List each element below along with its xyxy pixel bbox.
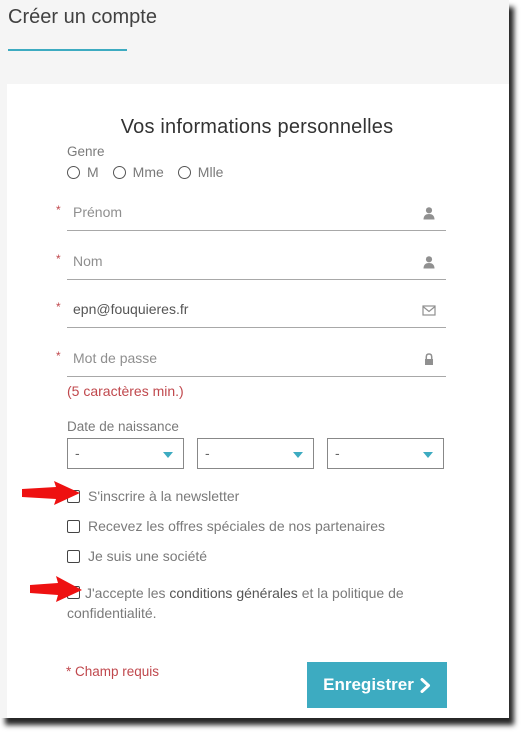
- required-note: * Champ requis: [66, 664, 160, 679]
- chevron-down-icon: [293, 452, 303, 458]
- birth-year-value: -: [335, 445, 340, 461]
- save-button-label: Enregistrer: [323, 675, 414, 694]
- prenom-field[interactable]: Prénom: [67, 200, 446, 231]
- user-icon: [423, 256, 435, 269]
- newsletter-label: S'inscrire à la newsletter: [88, 488, 240, 504]
- genre-radio-group: M Mme Mlle: [67, 162, 237, 182]
- partners-option[interactable]: Recevez les offres spéciales de nos part…: [67, 518, 385, 534]
- required-marker-prenom: *: [56, 203, 61, 217]
- annotation-arrow-terms: [30, 576, 82, 602]
- nom-placeholder: Nom: [73, 253, 103, 269]
- required-marker-nom: *: [56, 252, 61, 266]
- title-underline: [8, 49, 127, 51]
- prenom-placeholder: Prénom: [73, 204, 123, 220]
- birth-year-select[interactable]: -: [327, 438, 444, 469]
- terms-option: J'accepte les conditions générales et la…: [67, 583, 417, 623]
- nom-field[interactable]: Nom: [67, 249, 446, 280]
- company-label: Je suis une société: [88, 548, 208, 564]
- partners-label: Recevez les offres spéciales de nos part…: [88, 518, 386, 534]
- genre-option-m[interactable]: M: [67, 164, 99, 180]
- birth-month-select[interactable]: -: [197, 438, 314, 469]
- section-title: Vos informations personnelles: [120, 116, 394, 138]
- genre-option-mlle[interactable]: Mlle: [177, 164, 224, 180]
- terms-link[interactable]: conditions générales: [169, 585, 297, 601]
- email-value: epn@fouquieres.fr: [73, 301, 189, 317]
- annotation-arrow-newsletter: [22, 481, 80, 505]
- required-marker-email: *: [56, 300, 61, 314]
- genre-label: Genre: [67, 144, 105, 159]
- radio-mlle[interactable]: [177, 165, 191, 179]
- chevron-down-icon: [163, 452, 173, 458]
- window-frame: Créer un compte Vos informations personn…: [0, 0, 509, 718]
- email-field[interactable]: epn@fouquieres.fr: [67, 297, 446, 328]
- radio-m[interactable]: [67, 165, 80, 179]
- company-checkbox[interactable]: [67, 549, 80, 563]
- terms-prefix: J'accepte les: [85, 585, 170, 601]
- radio-mme-label: Mme: [132, 164, 164, 180]
- birth-day-select[interactable]: -: [67, 438, 184, 469]
- user-icon: [423, 207, 435, 220]
- company-option[interactable]: Je suis une société: [67, 548, 207, 564]
- password-hint: (5 caractères min.): [67, 383, 184, 399]
- radio-mme[interactable]: [112, 165, 126, 179]
- password-placeholder: Mot de passe: [73, 350, 158, 366]
- radio-mlle-label: Mlle: [197, 164, 224, 180]
- genre-option-mme[interactable]: Mme: [112, 164, 164, 180]
- password-field[interactable]: Mot de passe: [67, 346, 446, 377]
- save-button[interactable]: Enregistrer: [307, 662, 447, 708]
- chevron-right-icon: [420, 677, 430, 693]
- required-marker-password: *: [56, 349, 61, 363]
- birthdate-label: Date de naissance: [67, 419, 179, 434]
- newsletter-option[interactable]: S'inscrire à la newsletter: [67, 488, 239, 504]
- radio-m-label: M: [87, 164, 99, 180]
- partners-checkbox[interactable]: [67, 519, 80, 533]
- birth-day-value: -: [75, 445, 80, 461]
- lock-icon: [425, 353, 433, 365]
- chevron-down-icon: [423, 452, 433, 458]
- page-title: Créer un compte: [8, 6, 157, 28]
- birth-month-value: -: [205, 445, 210, 461]
- envelope-icon: [422, 305, 436, 316]
